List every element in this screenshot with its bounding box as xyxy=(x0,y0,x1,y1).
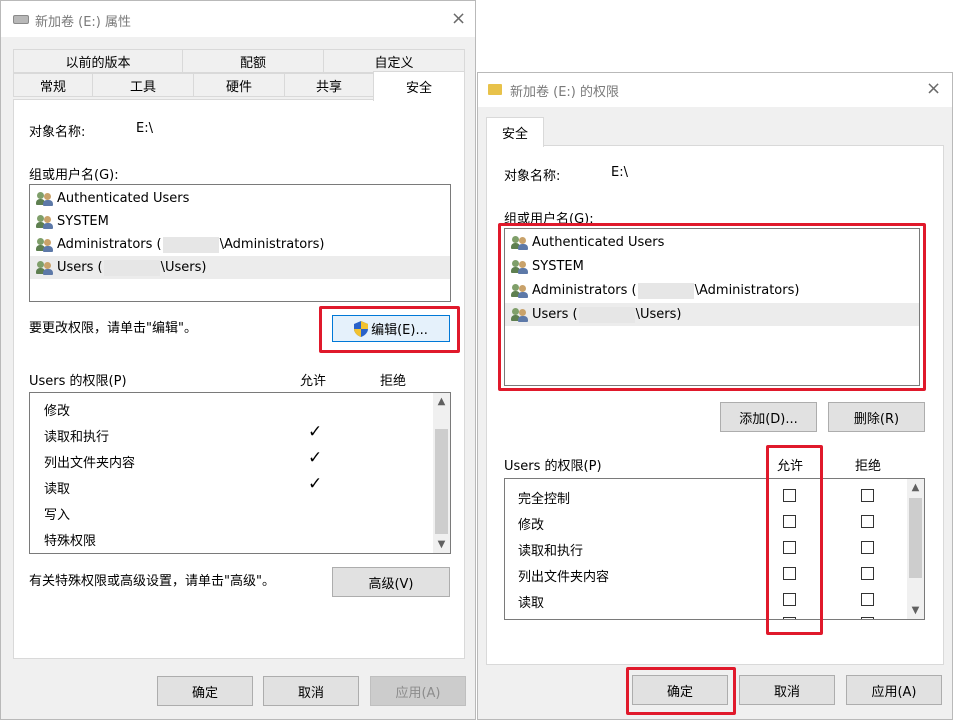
perm-full-control: 完全控制 xyxy=(518,492,571,507)
permissions-title: Users 的权限(P) xyxy=(29,374,127,389)
tab-customize[interactable]: 自定义 xyxy=(323,49,465,73)
remove-button[interactable]: 删除(R) xyxy=(828,402,925,432)
redacted-box xyxy=(162,236,219,253)
tab-tools[interactable]: 工具 xyxy=(92,73,194,97)
user-name: Administrators ( xyxy=(57,237,162,252)
check-icon: ✓ xyxy=(308,448,323,468)
scroll-thumb[interactable] xyxy=(435,429,448,534)
apply-button[interactable]: 应用(A) xyxy=(370,676,466,706)
titlebar[interactable]: 新加卷 (E:) 的权限 × xyxy=(478,73,952,107)
users-icon xyxy=(36,237,54,252)
group-user-label: 组或用户名(G): xyxy=(29,168,119,183)
highlight-box xyxy=(498,223,926,391)
permissions-rows: 完全控制 修改 读取和执行 列出文件夹内容 读取 写入 xyxy=(505,479,905,619)
perm-list-folder: 列出文件夹内容 xyxy=(518,570,610,585)
permissions-dialog: 新加卷 (E:) 的权限 × 安全 对象名称: E:\ 组或用户名(G): Au… xyxy=(477,72,953,720)
tab-hardware[interactable]: 硬件 xyxy=(193,73,285,97)
deny-checkbox[interactable] xyxy=(861,617,874,619)
window-title: 新加卷 (E:) 的权限 xyxy=(510,85,620,100)
object-name-value: E:\ xyxy=(611,165,628,180)
user-name: SYSTEM xyxy=(57,214,109,229)
user-name: Users ( xyxy=(57,260,103,275)
apply-button[interactable]: 应用(A) xyxy=(846,675,942,705)
window-title: 新加卷 (E:) 属性 xyxy=(35,15,132,30)
scrollbar[interactable]: ▲ ▼ xyxy=(907,479,924,619)
permissions-list[interactable]: 修改 读取和执行 ✓ 列出文件夹内容 ✓ 读取 ✓ 写入 特殊权限 ▲ ▼ xyxy=(29,392,451,554)
close-icon[interactable]: × xyxy=(926,80,941,98)
cancel-button[interactable]: 取消 xyxy=(739,675,835,705)
highlight-box xyxy=(766,445,823,635)
highlight-box xyxy=(626,667,736,715)
scrollbar[interactable]: ▲ ▼ xyxy=(433,393,450,553)
perm-list-folder: 列出文件夹内容 xyxy=(44,456,136,471)
scroll-thumb[interactable] xyxy=(909,498,922,578)
check-icon: ✓ xyxy=(308,422,323,442)
advanced-button[interactable]: 高级(V) xyxy=(332,567,450,597)
edit-hint: 要更改权限，请单击"编辑"。 xyxy=(29,321,197,336)
deny-checkbox[interactable] xyxy=(861,541,874,554)
users-icon xyxy=(36,191,54,206)
deny-header: 拒绝 xyxy=(380,374,407,389)
list-item[interactable]: Administrators ( \Administrators) xyxy=(30,233,450,256)
drive-icon xyxy=(13,15,29,24)
object-name-value: E:\ xyxy=(136,121,153,136)
tab-previous-versions[interactable]: 以前的版本 xyxy=(13,49,183,73)
tab-quota[interactable]: 配额 xyxy=(182,49,324,73)
users-icon xyxy=(36,214,54,229)
tab-security[interactable]: 安全 xyxy=(373,71,465,101)
advanced-hint: 有关特殊权限或高级设置，请单击"高级"。 xyxy=(29,574,275,589)
perm-modify: 修改 xyxy=(44,404,71,419)
list-item-selected[interactable]: Users ( \Users) xyxy=(30,256,450,279)
perm-read-execute: 读取和执行 xyxy=(44,430,110,445)
deny-checkbox[interactable] xyxy=(861,489,874,502)
tab-security[interactable]: 安全 xyxy=(486,117,544,147)
scroll-up-icon[interactable]: ▲ xyxy=(433,393,450,410)
user-name: Authenticated Users xyxy=(57,191,190,206)
list-item[interactable]: SYSTEM xyxy=(30,210,450,233)
users-icon xyxy=(36,260,54,275)
permissions-list[interactable]: 完全控制 修改 读取和执行 列出文件夹内容 读取 写入 ▲ xyxy=(504,478,925,620)
deny-checkbox[interactable] xyxy=(861,567,874,580)
user-name-suffix: \Users) xyxy=(160,260,207,275)
scroll-down-icon[interactable]: ▼ xyxy=(433,536,450,553)
deny-header: 拒绝 xyxy=(855,459,882,474)
titlebar[interactable]: 新加卷 (E:) 属性 × xyxy=(1,1,475,37)
cancel-button[interactable]: 取消 xyxy=(263,676,359,706)
check-icon: ✓ xyxy=(308,474,323,494)
permissions-title: Users 的权限(P) xyxy=(504,459,602,474)
perm-write: 写入 xyxy=(44,508,71,523)
object-name-label: 对象名称: xyxy=(504,169,561,184)
perm-read: 读取 xyxy=(518,596,545,611)
deny-checkbox[interactable] xyxy=(861,593,874,606)
list-item[interactable]: Authenticated Users xyxy=(30,187,450,210)
properties-dialog: 新加卷 (E:) 属性 × 以前的版本 配额 自定义 常规 工具 硬件 共享 安… xyxy=(0,0,476,720)
tab-sharing[interactable]: 共享 xyxy=(284,73,374,97)
allow-header: 允许 xyxy=(300,374,327,389)
scroll-down-icon[interactable]: ▼ xyxy=(907,602,924,619)
perm-modify: 修改 xyxy=(518,518,545,533)
perm-read: 读取 xyxy=(44,482,71,497)
ok-button[interactable]: 确定 xyxy=(157,676,253,706)
highlight-box xyxy=(319,306,460,353)
folder-icon xyxy=(488,84,502,95)
tab-general[interactable]: 常规 xyxy=(13,73,93,97)
object-name-label: 对象名称: xyxy=(29,125,86,140)
redacted-box xyxy=(103,259,160,276)
user-list[interactable]: Authenticated Users SYSTEM Administrator… xyxy=(29,184,451,302)
security-panel: 对象名称: E:\ 组或用户名(G): Authenticated Users … xyxy=(486,145,944,665)
perm-read-execute: 读取和执行 xyxy=(518,544,584,559)
perm-special: 特殊权限 xyxy=(44,534,97,549)
scroll-up-icon[interactable]: ▲ xyxy=(907,479,924,496)
user-name-suffix: \Administrators) xyxy=(219,237,325,252)
add-button[interactable]: 添加(D)... xyxy=(720,402,817,432)
close-icon[interactable]: × xyxy=(451,10,466,28)
permissions-rows: 修改 读取和执行 ✓ 列出文件夹内容 ✓ 读取 ✓ 写入 特殊权限 xyxy=(30,393,430,553)
security-panel: 对象名称: E:\ 组或用户名(G): Authenticated Users … xyxy=(13,99,465,659)
deny-checkbox[interactable] xyxy=(861,515,874,528)
perm-write: 写入 xyxy=(518,616,544,619)
